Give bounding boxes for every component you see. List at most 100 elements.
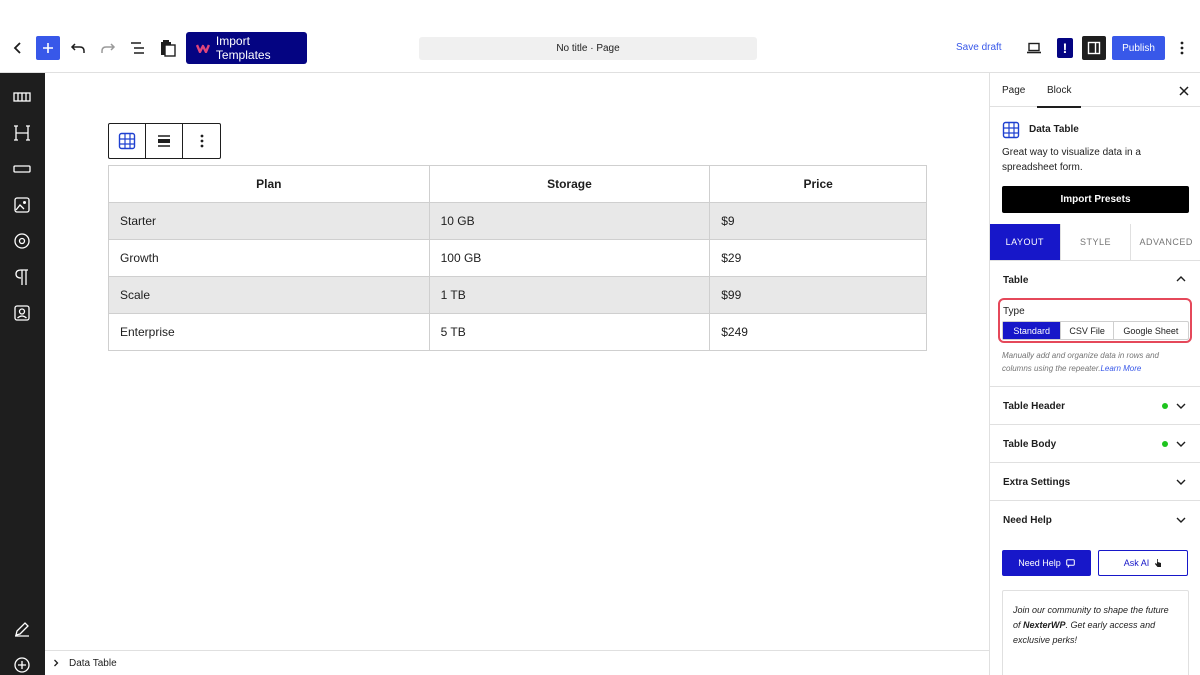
status-dot xyxy=(1162,441,1168,447)
settings-sidebar-toggle[interactable] xyxy=(1082,36,1106,60)
table-cell[interactable]: 5 TB xyxy=(428,313,711,351)
header-cell[interactable]: Price xyxy=(709,165,927,203)
learn-more-link[interactable]: Learn More xyxy=(1100,364,1141,373)
more-options-icon xyxy=(200,134,203,148)
block-title: Data Table xyxy=(1029,124,1079,135)
table-row: Scale 1 TB $99 xyxy=(108,276,927,314)
chevron-down-icon[interactable] xyxy=(1176,403,1186,409)
more-vertical-icon xyxy=(1180,41,1184,55)
publish-button[interactable]: Publish xyxy=(1112,36,1165,60)
add-block-button[interactable] xyxy=(36,36,60,60)
section-extra-settings[interactable]: Extra Settings xyxy=(1003,477,1070,488)
document-overview-button[interactable] xyxy=(122,32,154,64)
align-button[interactable] xyxy=(146,124,183,158)
need-help-label: Need Help xyxy=(1018,558,1061,568)
close-panel-button[interactable] xyxy=(1179,83,1189,101)
settings-tabs: LAYOUT STYLE ADVANCED xyxy=(990,224,1200,261)
rail-item-edit[interactable] xyxy=(11,618,33,640)
chevron-up-icon[interactable] xyxy=(1176,276,1186,282)
header-cell[interactable]: Storage xyxy=(428,165,711,203)
tab-advanced[interactable]: ADVANCED xyxy=(1130,224,1200,260)
table-cell[interactable]: Growth xyxy=(108,239,430,277)
save-draft-button[interactable]: Save draft xyxy=(956,42,1002,53)
ask-ai-button[interactable]: Ask AI xyxy=(1098,550,1188,576)
table-row: Starter 10 GB $9 xyxy=(108,202,927,240)
import-templates-button[interactable]: Import Templates xyxy=(186,32,307,64)
type-option-csv-file[interactable]: CSV File xyxy=(1060,322,1112,339)
rail-item-circle[interactable] xyxy=(11,230,33,252)
tab-layout[interactable]: LAYOUT xyxy=(990,224,1060,260)
section-need-help[interactable]: Need Help xyxy=(1003,515,1052,526)
editor-top-bar: Import Templates No title · Page Save dr… xyxy=(0,0,1200,73)
rail-item-columns[interactable] xyxy=(11,86,33,108)
table-cell[interactable]: Scale xyxy=(108,276,430,314)
options-menu-button[interactable] xyxy=(1166,32,1198,64)
breadcrumb-item[interactable]: Data Table xyxy=(69,658,117,669)
chevron-down-icon[interactable] xyxy=(1176,441,1186,447)
profile-card-icon xyxy=(14,305,30,321)
rail-item-button[interactable] xyxy=(11,158,33,180)
redo-button[interactable] xyxy=(92,32,124,64)
chevron-down-icon[interactable] xyxy=(1176,479,1186,485)
table-row: Enterprise 5 TB $249 xyxy=(108,313,927,351)
status-dot xyxy=(1162,403,1168,409)
table-icon xyxy=(1002,121,1020,139)
tab-block[interactable]: Block xyxy=(1036,85,1083,108)
need-help-button[interactable]: Need Help xyxy=(1002,550,1091,576)
preview-button[interactable] xyxy=(1018,32,1050,64)
more-options-button[interactable] xyxy=(183,124,220,158)
divider xyxy=(990,386,1200,387)
section-table-body[interactable]: Table Body xyxy=(1003,439,1056,450)
table-cell[interactable]: $99 xyxy=(709,276,927,314)
pointer-icon xyxy=(1155,559,1162,567)
type-option-standard[interactable]: Standard xyxy=(1003,322,1061,339)
document-title-bar[interactable]: No title · Page xyxy=(419,37,757,60)
block-breadcrumb: Data Table xyxy=(45,650,989,675)
table-cell[interactable]: 1 TB xyxy=(428,276,711,314)
rail-item-paragraph[interactable] xyxy=(11,266,33,288)
import-presets-button[interactable]: Import Presets xyxy=(1002,186,1189,213)
section-table-header[interactable]: Table Header xyxy=(1003,401,1065,412)
target-icon xyxy=(14,233,30,249)
tab-page[interactable]: Page xyxy=(1002,85,1025,96)
rail-item-profile[interactable] xyxy=(11,302,33,324)
block-toolbar xyxy=(108,123,221,159)
type-segmented-control: Standard CSV File Google Sheet xyxy=(1002,321,1189,340)
table-cell[interactable]: $249 xyxy=(709,313,927,351)
table-cell[interactable]: Starter xyxy=(108,202,430,240)
undo-icon xyxy=(70,43,85,53)
undo-button[interactable] xyxy=(62,32,94,64)
rail-item-heading[interactable] xyxy=(11,122,33,144)
table-cell[interactable]: $9 xyxy=(709,202,927,240)
paragraph-icon xyxy=(15,269,28,285)
clipboard-icon xyxy=(161,40,176,57)
align-icon xyxy=(158,135,170,147)
back-button[interactable] xyxy=(2,32,34,64)
left-tool-rail xyxy=(0,73,45,675)
table-cell[interactable]: Enterprise xyxy=(108,313,430,351)
plus-icon xyxy=(43,43,53,53)
community-card: Join our community to shape the future o… xyxy=(1002,590,1189,675)
community-brand: NexterWP xyxy=(1023,620,1066,630)
notice-button[interactable]: ! xyxy=(1057,38,1073,58)
chevron-down-icon[interactable] xyxy=(1176,517,1186,523)
nexter-logo-icon xyxy=(196,44,210,53)
type-option-google-sheet[interactable]: Google Sheet xyxy=(1112,322,1188,339)
table-cell[interactable]: $29 xyxy=(709,239,927,277)
image-icon xyxy=(14,197,30,213)
table-section-title[interactable]: Table xyxy=(1003,275,1028,286)
rail-item-image[interactable] xyxy=(11,194,33,216)
header-cell[interactable]: Plan xyxy=(108,165,430,203)
data-table[interactable]: Plan Storage Price Starter 10 GB $9 Grow… xyxy=(108,165,927,351)
import-templates-label: Import Templates xyxy=(215,34,271,62)
editor-canvas[interactable]: Plan Storage Price Starter 10 GB $9 Grow… xyxy=(45,73,989,650)
table-cell[interactable]: 100 GB xyxy=(428,239,711,277)
table-row: Growth 100 GB $29 xyxy=(108,239,927,277)
divider xyxy=(990,462,1200,463)
panel-tabs: Page Block xyxy=(990,73,1200,108)
rail-item-add[interactable] xyxy=(11,654,33,675)
tab-style[interactable]: STYLE xyxy=(1059,224,1131,260)
block-type-button[interactable] xyxy=(109,124,146,158)
table-cell[interactable]: 10 GB xyxy=(428,202,711,240)
clipboard-button[interactable] xyxy=(152,32,184,64)
